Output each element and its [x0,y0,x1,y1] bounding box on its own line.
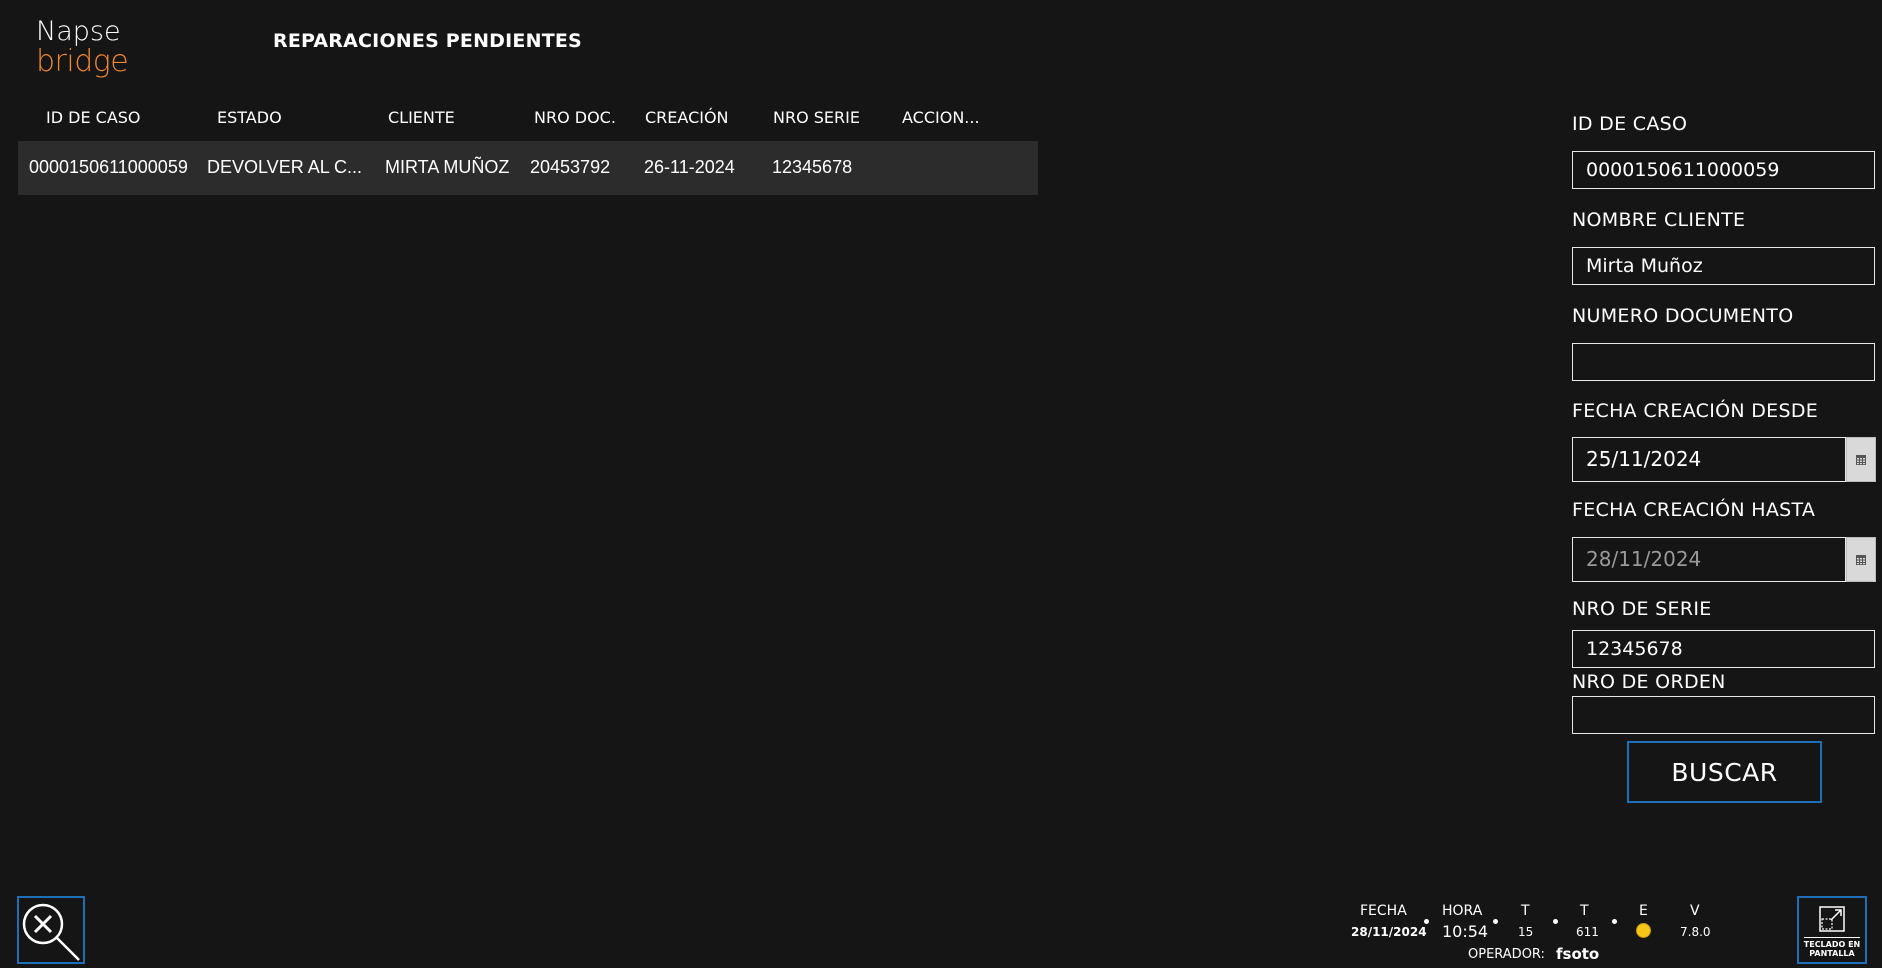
fecha-value: 28/11/2024 [1351,925,1427,939]
separator-dot [1424,919,1429,924]
nro-serie-label: NRO DE SERIE [1572,598,1712,620]
logo-line2: bridge [36,44,129,79]
column-header-accion[interactable]: ACCION... [902,108,980,127]
nombre-cliente-input[interactable]: Mirta Muñoz [1572,247,1875,285]
column-header-creacion[interactable]: CREACIÓN [645,108,729,127]
version-value: 7.8.0 [1680,925,1711,939]
cell-creacion: 26-11-2024 [644,157,735,177]
page-title: REPARACIONES PENDIENTES [273,30,582,52]
expand-keyboard-icon [1819,906,1845,932]
fecha-hasta-label: FECHA CREACIÓN HASTA [1572,499,1816,521]
calendar-icon [1856,554,1866,565]
fecha-desde-calendar-button[interactable] [1846,437,1876,482]
v-label: V [1690,903,1700,919]
nro-orden-input[interactable] [1572,696,1875,734]
column-header-estado[interactable]: ESTADO [217,108,282,127]
numero-documento-label: NUMERO DOCUMENTO [1572,305,1794,327]
on-screen-keyboard-button[interactable]: TECLADO EN PANTALLA [1797,896,1867,964]
divider [1804,937,1860,938]
separator-dot [1493,919,1498,924]
cell-nro-doc: 20453792 [530,157,611,177]
separator-dot [1612,919,1617,924]
status-indicator-icon [1636,923,1651,938]
column-header-nro-serie[interactable]: NRO SERIE [773,108,860,127]
hora-value: 10:54 [1442,922,1489,941]
logo-line1: Napse [36,16,121,47]
fecha-desde-input[interactable]: 25/11/2024 [1572,437,1846,482]
t2-value: 611 [1576,925,1599,939]
t1-value: 15 [1518,925,1534,939]
cell-id: 0000150611000059 [29,157,188,177]
keyboard-label-1: TECLADO EN [1803,940,1861,949]
cell-cliente: MIRTA MUÑOZ [385,157,510,177]
column-header-nro-doc[interactable]: NRO DOC. [534,108,616,127]
cell-estado: DEVOLVER AL C... [207,157,363,177]
numero-documento-input[interactable] [1572,343,1875,381]
fecha-hasta-input[interactable]: 28/11/2024 [1572,537,1846,582]
buscar-button[interactable]: BUSCAR [1627,741,1822,803]
id-caso-label: ID DE CASO [1572,113,1688,135]
clear-search-button[interactable] [17,896,85,964]
calendar-icon [1856,454,1866,465]
e-label: E [1639,903,1648,919]
column-header-cliente[interactable]: CLIENTE [388,108,455,127]
t1-label: T [1521,903,1530,919]
fecha-hasta-calendar-button[interactable] [1846,537,1876,582]
nombre-cliente-label: NOMBRE CLIENTE [1572,209,1746,231]
table-header: ID DE CASO ESTADO CLIENTE NRO DOC. CREAC… [18,108,1038,130]
id-caso-input[interactable]: 0000150611000059 [1572,151,1875,189]
operador-value: fsoto [1556,945,1600,963]
nro-orden-label: NRO DE ORDEN [1572,671,1726,693]
cell-nro-serie: 12345678 [772,157,853,177]
separator-dot [1553,919,1558,924]
clear-search-icon [22,903,80,961]
fecha-desde-label: FECHA CREACIÓN DESDE [1572,400,1819,422]
napse-bridge-logo: Napse bridge [36,16,129,79]
t2-label: T [1580,903,1589,919]
keyboard-label-2: PANTALLA [1809,949,1855,958]
hora-label: HORA [1442,903,1483,919]
operador-label: OPERADOR: [1468,947,1545,962]
table-row[interactable]: 0000150611000059 DEVOLVER AL C... MIRTA … [18,141,1038,195]
nro-serie-input[interactable]: 12345678 [1572,630,1875,668]
fecha-label: FECHA [1360,903,1407,919]
column-header-id[interactable]: ID DE CASO [46,108,141,127]
